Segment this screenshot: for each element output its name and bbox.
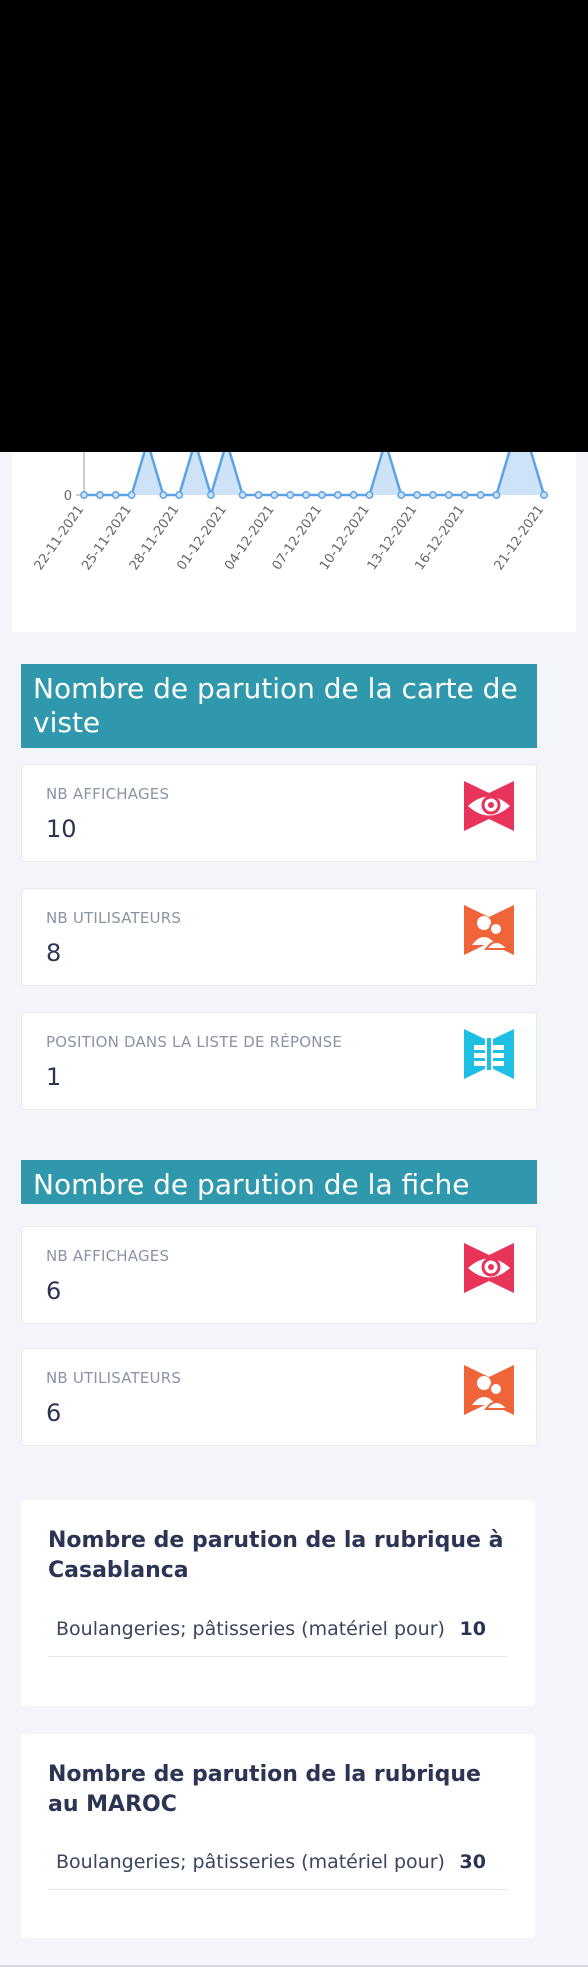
data-point[interactable] bbox=[460, 491, 469, 499]
list-item: Boulangeries; pâtisseries (matériel pour… bbox=[48, 1608, 508, 1657]
data-point[interactable] bbox=[333, 491, 342, 499]
x-tick-label: 10-12-2021 bbox=[317, 503, 373, 574]
card-title: Nombre de parution de la rubrique au MAR… bbox=[48, 1762, 481, 1817]
data-point[interactable] bbox=[413, 491, 422, 499]
kpi-label: NB AFFICHAGES bbox=[46, 785, 170, 803]
kpi-value: 6 bbox=[46, 1399, 62, 1427]
x-tick-label: 16-12-2021 bbox=[412, 503, 468, 574]
rubrique-name: Boulangeries; pâtisseries (matériel pour… bbox=[56, 1618, 445, 1640]
data-point[interactable] bbox=[444, 491, 453, 499]
kpi-label: POSITION DANS LA LISTE DE RÉPONSE bbox=[46, 1033, 343, 1051]
data-point[interactable] bbox=[286, 491, 295, 499]
kpi-value: 8 bbox=[46, 939, 62, 967]
data-point[interactable] bbox=[540, 491, 548, 499]
kpi-label: NB UTILISATEURS bbox=[46, 1369, 182, 1387]
section-title-carte: Nombre de parution de la carte de viste bbox=[21, 664, 537, 748]
kpi-label: NB UTILISATEURS bbox=[46, 909, 182, 927]
data-point[interactable] bbox=[175, 491, 184, 499]
kpi-card-utilisateurs: NB UTILISATEURS 8 bbox=[21, 888, 537, 986]
y-tick-label: 0 bbox=[64, 489, 72, 504]
rubrique-casablanca-card: Nombre de parution de la rubrique à Casa… bbox=[21, 1500, 535, 1706]
x-tick-label: 21-12-2021 bbox=[492, 503, 548, 574]
kpi-label: NB AFFICHAGES bbox=[46, 1247, 170, 1265]
data-point[interactable] bbox=[111, 491, 120, 499]
data-point[interactable] bbox=[95, 491, 104, 499]
data-point[interactable] bbox=[429, 491, 437, 499]
rubrique-name: Boulangeries; pâtisseries (matériel pour… bbox=[56, 1851, 445, 1873]
kpi-value: 10 bbox=[46, 815, 77, 843]
x-tick-label: 07-12-2021 bbox=[270, 503, 326, 574]
blacked-out-region bbox=[0, 0, 588, 452]
kpi-value: 6 bbox=[46, 1277, 62, 1305]
rubrique-count: 10 bbox=[459, 1618, 486, 1640]
kpi-value: 1 bbox=[46, 1063, 62, 1091]
kpi-card-affichages: NB AFFICHAGES 10 bbox=[21, 764, 537, 862]
data-point[interactable] bbox=[159, 491, 168, 499]
card-title: Nombre de parution de la rubrique à Casa… bbox=[48, 1528, 504, 1583]
data-point[interactable] bbox=[127, 491, 136, 499]
users-icon bbox=[464, 905, 514, 955]
eye-icon bbox=[464, 1243, 514, 1293]
x-tick-label: 13-12-2021 bbox=[365, 503, 421, 574]
data-point[interactable] bbox=[302, 491, 311, 499]
data-point[interactable] bbox=[397, 491, 406, 499]
data-point[interactable] bbox=[206, 491, 215, 499]
data-point[interactable] bbox=[365, 491, 374, 499]
kpi-card-affichages: NB AFFICHAGES 6 bbox=[21, 1226, 537, 1324]
data-point[interactable] bbox=[254, 491, 263, 499]
data-point[interactable] bbox=[238, 491, 247, 499]
x-tick-label: 28-11-2021 bbox=[127, 503, 183, 574]
x-tick-label: 01-12-2021 bbox=[174, 503, 230, 574]
eye-icon bbox=[464, 781, 514, 831]
list-item: Boulangeries; pâtisseries (matériel pour… bbox=[48, 1841, 508, 1890]
list-position-icon bbox=[464, 1029, 514, 1079]
rubrique-maroc-card: Nombre de parution de la rubrique au MAR… bbox=[21, 1734, 535, 1938]
kpi-card-utilisateurs: NB UTILISATEURS 6 bbox=[21, 1348, 537, 1446]
daily-chart-card: 0 22-11-2021 25-11-2021 28-11-2021 01-12-202… bbox=[12, 452, 576, 632]
section-title-fiche: Nombre de parution de la fiche bbox=[21, 1160, 537, 1204]
x-tick-label: 04-12-2021 bbox=[222, 503, 278, 574]
daily-area-chart: 022-11-202125-11-202128-11-202101-12-202… bbox=[32, 452, 548, 574]
kpi-card-position: POSITION DANS LA LISTE DE RÉPONSE 1 bbox=[21, 1012, 537, 1110]
data-point[interactable] bbox=[492, 491, 501, 499]
data-point[interactable] bbox=[80, 491, 88, 499]
x-tick-label: 22-11-2021 bbox=[32, 503, 88, 574]
data-point[interactable] bbox=[317, 491, 326, 499]
data-point[interactable] bbox=[476, 491, 485, 499]
rubrique-count: 30 bbox=[459, 1851, 486, 1873]
x-tick-label: 25-11-2021 bbox=[79, 503, 135, 574]
users-icon bbox=[464, 1365, 514, 1415]
data-point[interactable] bbox=[270, 491, 279, 499]
data-point[interactable] bbox=[349, 491, 358, 499]
